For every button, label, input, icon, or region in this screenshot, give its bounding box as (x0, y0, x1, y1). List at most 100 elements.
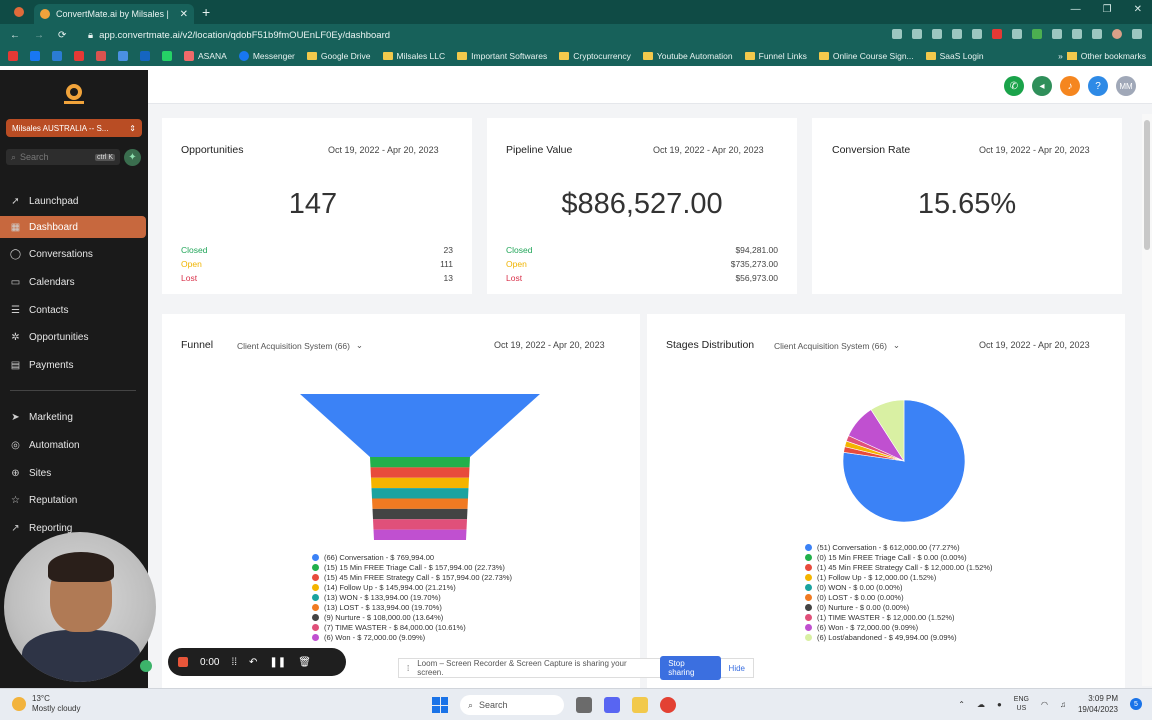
facebook-icon[interactable] (30, 51, 40, 61)
minimize-icon[interactable]: — (1071, 4, 1081, 15)
notification-badge[interactable]: 5 (1130, 698, 1142, 710)
bookmark-folder[interactable]: Funnel Links (744, 51, 807, 61)
bookmark-icon[interactable] (74, 51, 84, 61)
sidebar-item-payments[interactable]: ▤ Payments (0, 354, 148, 376)
bookmark-messenger[interactable]: Messenger (238, 51, 295, 61)
funnel-legend-item[interactable]: (14) Follow Up - $ 145,994.00 (21.21%) (312, 582, 512, 592)
sidebar-item-contacts[interactable]: ☰ Contacts (0, 299, 148, 321)
cloud-icon[interactable]: ☁︎ (977, 700, 985, 709)
extension-icon[interactable] (952, 29, 962, 39)
close-tab-icon[interactable]: ✕ (180, 9, 188, 20)
user-avatar[interactable]: MM (1116, 76, 1136, 96)
bookmark-icon[interactable] (96, 51, 106, 61)
funnel-legend-item[interactable]: (7) TIME WASTER - $ 84,000.00 (10.61%) (312, 623, 512, 633)
weather-widget[interactable]: 13°C Mostly cloudy (12, 694, 80, 714)
trash-icon[interactable]: 🗑︎ (298, 657, 311, 668)
browser-tab[interactable]: ConvertMate.ai by Milsales | ✕ (34, 4, 194, 24)
extension-icon[interactable] (892, 29, 902, 39)
bookmark-asana[interactable]: ASANA (184, 51, 227, 61)
bell-icon[interactable]: ♪ (1060, 76, 1080, 96)
sidebar-item-launchpad[interactable]: ➚ Launchpad (0, 190, 148, 212)
maximize-icon[interactable]: ❐ (1103, 4, 1112, 15)
stages-legend-item[interactable]: (51) Conversation - $ 612,000.00 (77.27%… (805, 542, 993, 552)
stop-record-icon[interactable] (178, 657, 188, 667)
megaphone-icon[interactable]: ◂ (1032, 76, 1052, 96)
stages-legend-item[interactable]: (6) Won - $ 72,000.00 (9.09%) (805, 623, 993, 633)
bookmark-folder[interactable]: Milsales LLC (382, 51, 445, 61)
camera-status-icon[interactable] (140, 660, 152, 672)
location-switcher[interactable]: Milsales AUSTRALIA -- S... ⇕ (6, 119, 142, 137)
language-indicator[interactable]: ENG US (1014, 695, 1029, 713)
stages-legend-item[interactable]: (6) Lost/abandoned - $ 49,994.00 (9.09%) (805, 633, 993, 643)
taskbar-search[interactable]: ⌕ Search (460, 695, 564, 715)
bookmark-icon[interactable] (118, 51, 128, 61)
funnel-layer[interactable] (370, 467, 470, 478)
browser-menu-icon[interactable] (14, 7, 24, 17)
quick-action-button[interactable]: ✦ (124, 149, 141, 166)
chat-app-icon[interactable] (604, 697, 620, 713)
extension-icon[interactable] (1032, 29, 1042, 39)
hide-banner-button[interactable]: Hide (729, 664, 745, 673)
sidebar-item-conversations[interactable]: ◯ Conversations (0, 243, 148, 265)
volume-icon[interactable]: ♫ (1060, 700, 1066, 709)
stages-legend-item[interactable]: (0) LOST - $ 0.00 (0.00%) (805, 592, 993, 602)
bookmark-folder[interactable]: Youtube Automation (642, 51, 733, 61)
grid-icon[interactable]: ⁞⁞ (231, 657, 237, 668)
undo-icon[interactable]: ↶ (249, 657, 257, 668)
sidebar-item-reputation[interactable]: ☆ Reputation (0, 489, 148, 511)
bookmark-folder[interactable]: Cryptocurrency (559, 51, 631, 61)
bookmark-folder[interactable]: Important Softwares (457, 51, 547, 61)
bookmark-folder[interactable]: SaaS Login (925, 51, 984, 61)
new-tab-icon[interactable]: + (202, 4, 210, 20)
mic-icon[interactable]: ● (997, 700, 1002, 709)
funnel-legend-item[interactable]: (13) LOST - $ 133,994.00 (19.70%) (312, 602, 512, 612)
funnel-layer[interactable] (371, 488, 469, 499)
funnel-layer[interactable] (300, 394, 540, 457)
extension-icon[interactable] (1012, 29, 1022, 39)
funnel-layer[interactable] (373, 519, 467, 530)
extension-icon[interactable] (972, 29, 982, 39)
bookmark-icon[interactable] (140, 51, 150, 61)
stages-legend-item[interactable]: (0) Nurture - $ 0.00 (0.00%) (805, 603, 993, 613)
chevron-up-icon[interactable]: ⌃ (958, 700, 965, 709)
url-field[interactable]: 🔒︎ app.convertmate.ai/v2/location/qdobF5… (88, 30, 390, 41)
phone-icon[interactable]: ✆ (1004, 76, 1024, 96)
funnel-legend-item[interactable]: (15) 45 Min FREE Strategy Call - $ 157,9… (312, 572, 512, 582)
stop-sharing-button[interactable]: Stop sharing (660, 656, 721, 680)
stages-legend-item[interactable]: (0) 15 Min FREE Triage Call - $ 0.00 (0.… (805, 552, 993, 562)
funnel-legend-item[interactable]: (66) Conversation - $ 769,994.00 (312, 552, 512, 562)
drag-handle-icon[interactable]: ⁞ (407, 664, 409, 673)
stages-legend-item[interactable]: (1) TIME WASTER - $ 12,000.00 (1.52%) (805, 613, 993, 623)
sidebar-item-dashboard[interactable]: ▦ Dashboard (0, 216, 146, 238)
bookmark-icon[interactable] (52, 51, 62, 61)
extension-icon[interactable] (1052, 29, 1062, 39)
stages-legend-item[interactable]: (0) WON - $ 0.00 (0.00%) (805, 582, 993, 592)
windows-start-icon[interactable] (432, 697, 448, 713)
other-bookmarks[interactable]: » Other bookmarks (1058, 51, 1146, 61)
scrollbar-thumb[interactable] (1144, 120, 1150, 250)
sidebar-item-automation[interactable]: ◎ Automation (0, 434, 148, 456)
page-scrollbar[interactable] (1142, 114, 1152, 686)
file-explorer-icon[interactable] (632, 697, 648, 713)
funnel-layer[interactable] (373, 529, 467, 540)
bookmark-star-icon[interactable] (932, 29, 942, 39)
bookmark-folder[interactable]: Online Course Sign... (818, 51, 914, 61)
profile-avatar[interactable] (1112, 29, 1122, 39)
funnel-legend-item[interactable]: (13) WON - $ 133,994.00 (19.70%) (312, 592, 512, 602)
taskbar-clock[interactable]: 3:09 PM 19/04/2023 (1078, 693, 1118, 715)
funnel-layer[interactable] (372, 498, 468, 509)
funnel-legend-item[interactable]: (15) 15 Min FREE Triage Call - $ 157,994… (312, 562, 512, 572)
sidebar-item-calendars[interactable]: ▭ Calendars (0, 271, 148, 293)
sidebar-item-marketing[interactable]: ➤ Marketing (0, 406, 148, 428)
reload-icon[interactable]: ⟳ (58, 30, 66, 41)
back-icon[interactable]: ← (10, 30, 20, 41)
sidebar-toggle-icon[interactable] (1092, 29, 1102, 39)
funnel-layer[interactable] (372, 508, 468, 520)
stages-legend-item[interactable]: (1) 45 Min FREE Strategy Call - $ 12,000… (805, 562, 993, 572)
funnel-legend-item[interactable]: (6) Won - $ 72,000.00 (9.09%) (312, 633, 512, 643)
sidebar-search-input[interactable]: ⌕ Search ctrl K (6, 149, 120, 165)
funnel-legend-item[interactable]: (9) Nurture - $ 108,000.00 (13.64%) (312, 613, 512, 623)
sidebar-item-sites[interactable]: ⊕ Sites (0, 462, 148, 484)
funnel-layer[interactable] (371, 477, 469, 489)
bookmark-folder[interactable]: Google Drive (306, 51, 371, 61)
